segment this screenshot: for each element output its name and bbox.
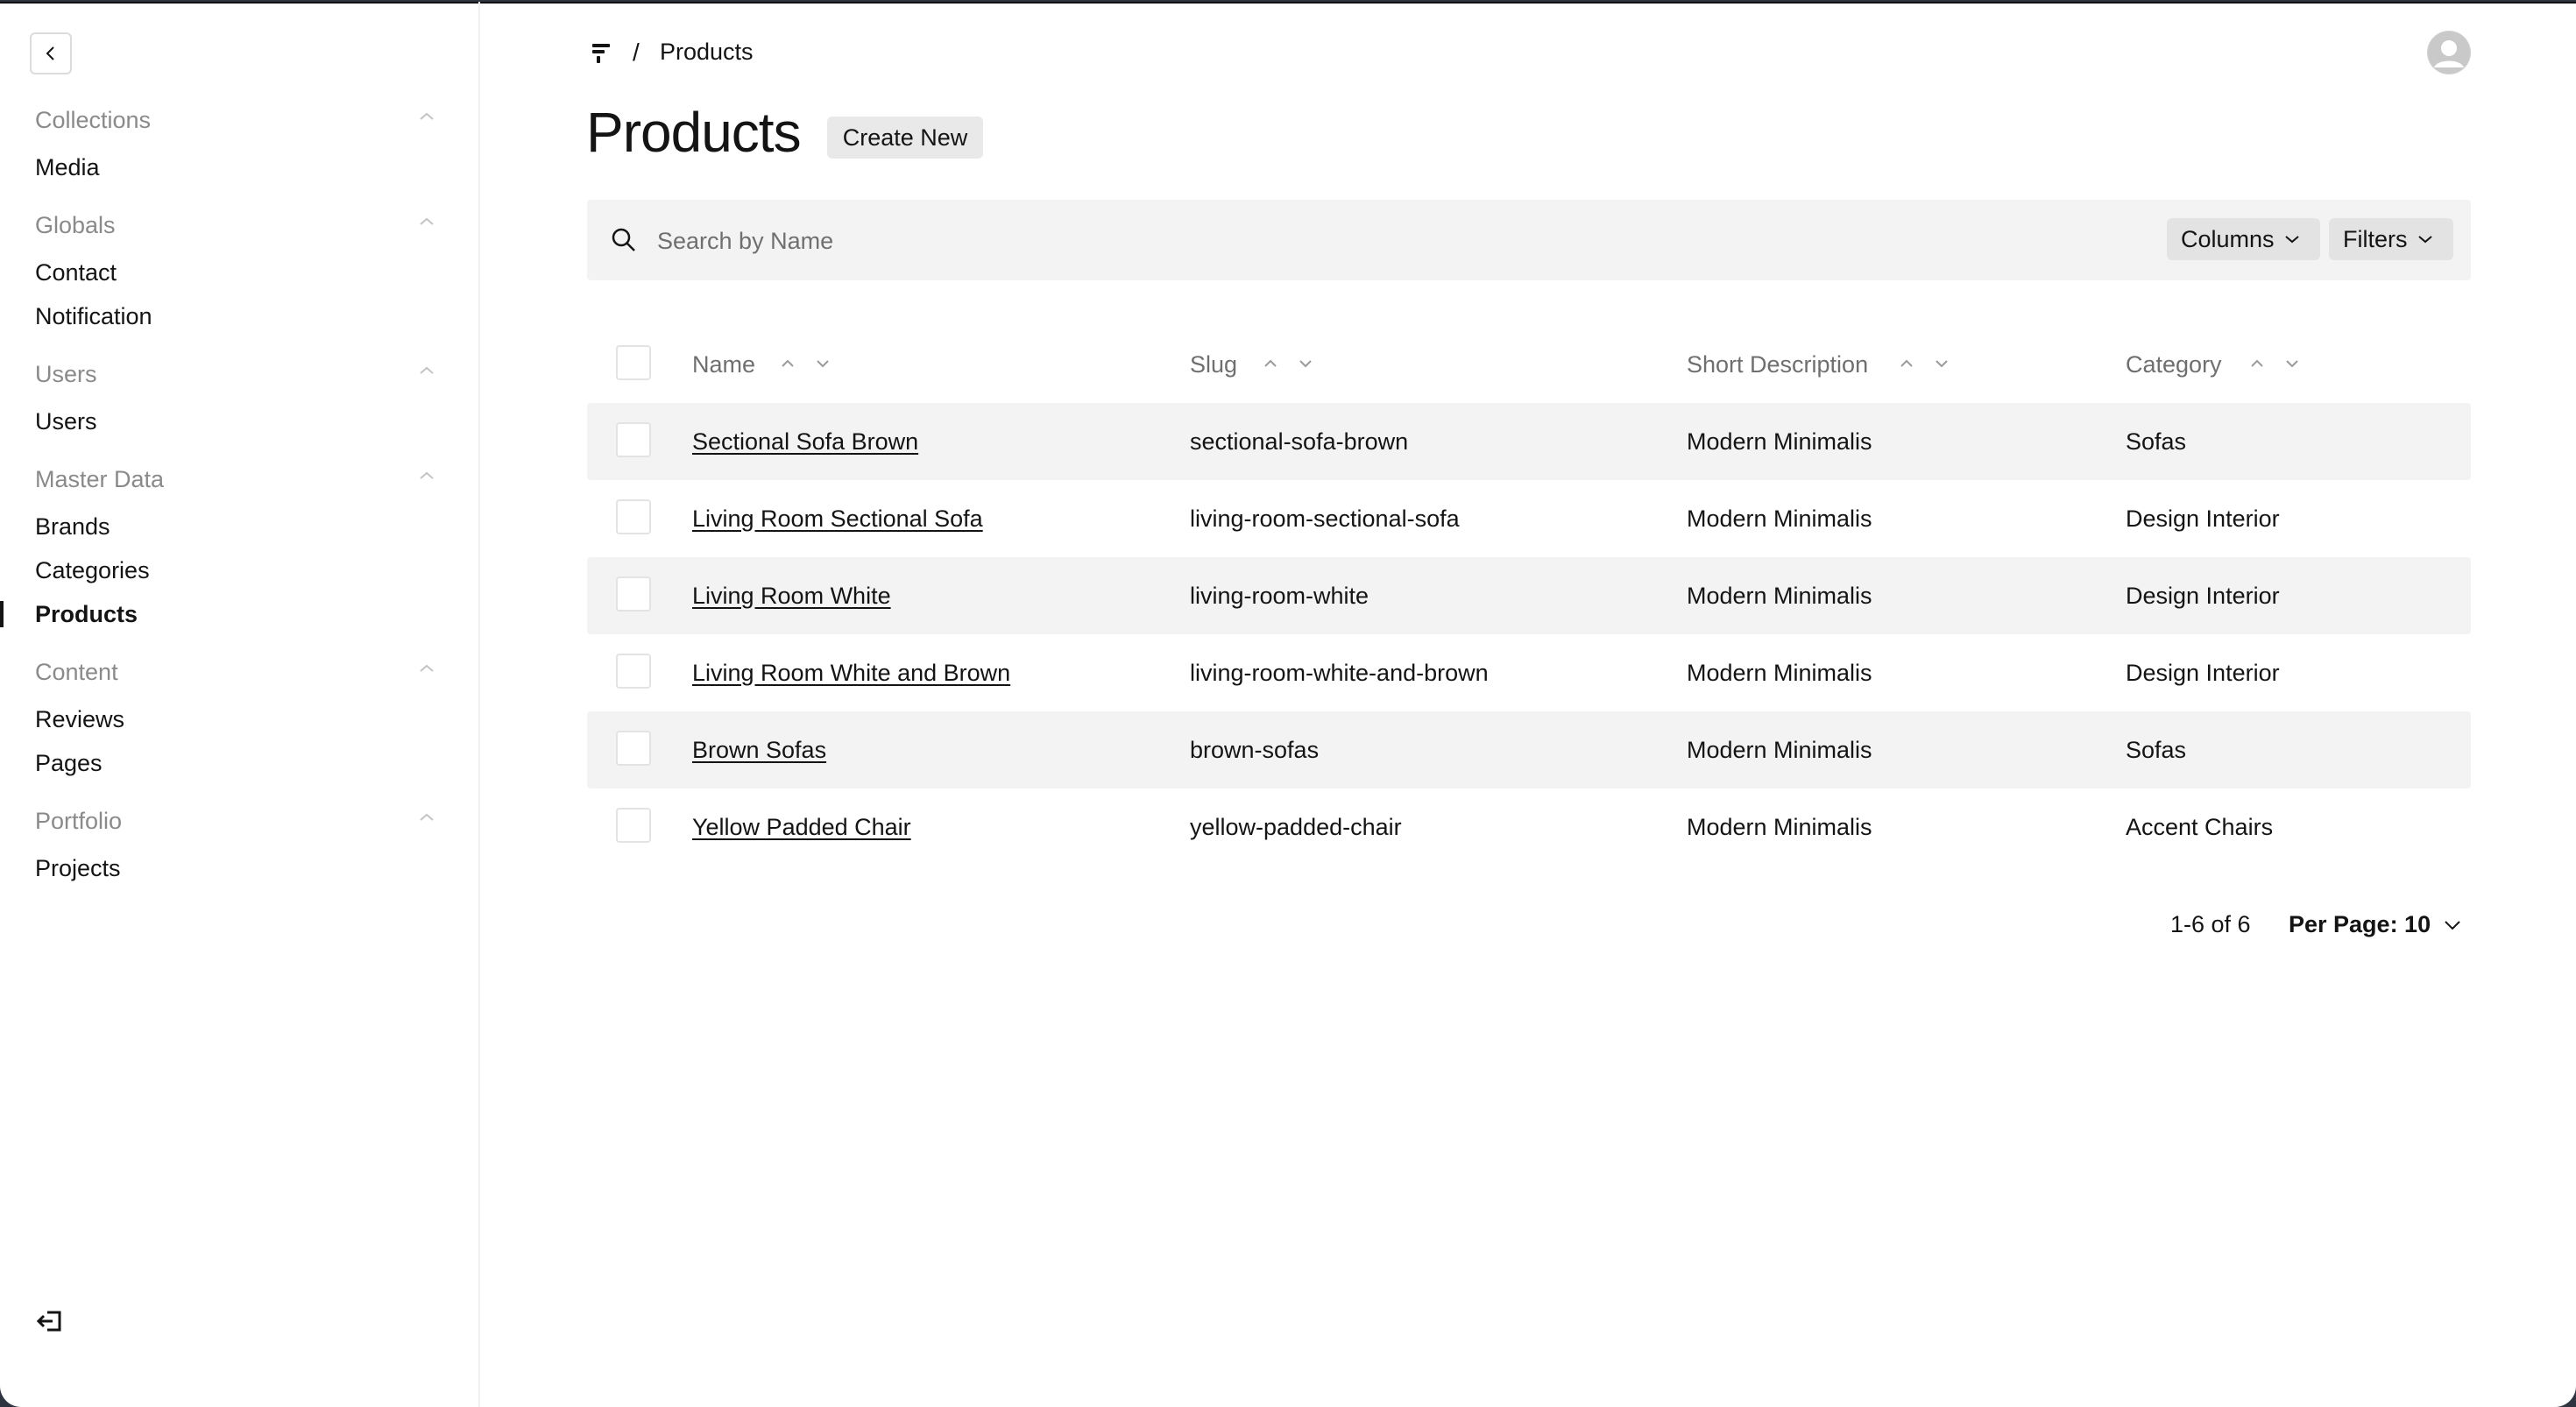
columns-button[interactable]: Columns xyxy=(2167,218,2320,260)
chevron-down-icon[interactable] xyxy=(2443,918,2462,932)
sidebar-item-media[interactable]: Media xyxy=(35,154,100,181)
row-checkbox[interactable] xyxy=(616,654,651,689)
sidebar-item-categories[interactable]: Categories xyxy=(35,557,150,584)
sidebar-item-reviews[interactable]: Reviews xyxy=(35,706,124,733)
row-checkbox[interactable] xyxy=(616,499,651,534)
column-header-short-description: Short Description xyxy=(1687,351,1869,378)
user-avatar-icon xyxy=(2428,32,2470,74)
product-category: Accent Chairs xyxy=(2126,814,2274,840)
chevron-up-icon[interactable] xyxy=(417,470,436,482)
sidebar-item-projects[interactable]: Projects xyxy=(35,855,121,882)
product-name-link[interactable]: Living Room Sectional Sofa xyxy=(692,480,983,557)
pagination-count: 1-6 of 6 xyxy=(2170,911,2251,937)
product-slug: living-room-white-and-brown xyxy=(1190,660,1489,686)
chevron-up-icon[interactable] xyxy=(417,216,436,228)
sidebar-item-contact[interactable]: Contact xyxy=(35,259,117,286)
product-category: Design Interior xyxy=(2126,583,2280,609)
sort-descending-icon[interactable] xyxy=(813,354,832,373)
per-page-select[interactable]: Per Page: 10 xyxy=(2289,911,2431,938)
table-row: Living Room White living-room-white Mode… xyxy=(587,557,2471,634)
active-indicator xyxy=(0,601,4,627)
search-icon xyxy=(612,228,635,251)
product-short-description: Modern Minimalis xyxy=(1687,814,1872,840)
filters-button[interactable]: Filters xyxy=(2329,218,2453,260)
product-category: Design Interior xyxy=(2126,660,2280,686)
logout-icon[interactable] xyxy=(35,1305,67,1337)
product-short-description: Modern Minimalis xyxy=(1687,506,1872,532)
table-row: Living Room White and Brown living-room-… xyxy=(587,634,2471,711)
create-new-button[interactable]: Create New xyxy=(827,117,983,159)
row-checkbox[interactable] xyxy=(616,576,651,612)
table-row: Sectional Sofa Brown sectional-sofa-brow… xyxy=(587,403,2471,480)
chevron-up-icon[interactable] xyxy=(417,662,436,675)
chevron-down-icon xyxy=(2284,236,2299,244)
product-short-description: Modern Minimalis xyxy=(1687,428,1872,455)
sort-descending-icon[interactable] xyxy=(2282,354,2302,373)
product-slug: living-room-white xyxy=(1190,583,1369,609)
columns-button-label: Columns xyxy=(2181,225,2275,252)
product-category: Sofas xyxy=(2126,737,2187,763)
product-name-link[interactable]: Living Room White and Brown xyxy=(692,634,1010,711)
products-table: Name Slug Short Description Category Sec… xyxy=(587,326,2471,866)
row-checkbox[interactable] xyxy=(616,808,651,843)
table-header-row: Name Slug Short Description Category xyxy=(587,326,2471,403)
select-all-checkbox[interactable] xyxy=(616,345,651,380)
chevron-up-icon[interactable] xyxy=(417,811,436,824)
sidebar-item-pages[interactable]: Pages xyxy=(35,750,103,777)
search-bar: Columns Filters xyxy=(587,200,2471,280)
sort-ascending-icon[interactable] xyxy=(2247,354,2267,373)
collapse-sidebar-button[interactable] xyxy=(30,32,72,74)
table-row: Yellow Padded Chair yellow-padded-chair … xyxy=(587,788,2471,866)
breadcrumb-separator: / xyxy=(633,39,640,66)
nav-group-collections[interactable]: Collections xyxy=(35,107,151,134)
row-checkbox[interactable] xyxy=(616,731,651,766)
product-name-link[interactable]: Sectional Sofa Brown xyxy=(692,403,918,480)
sidebar-item-brands[interactable]: Brands xyxy=(35,513,110,541)
nav-group-portfolio[interactable]: Portfolio xyxy=(35,808,122,835)
sort-descending-icon[interactable] xyxy=(1296,354,1315,373)
product-slug: living-room-sectional-sofa xyxy=(1190,506,1460,532)
sort-descending-icon[interactable] xyxy=(1932,354,1951,373)
row-checkbox[interactable] xyxy=(616,422,651,457)
product-slug: yellow-padded-chair xyxy=(1190,814,1402,840)
product-short-description: Modern Minimalis xyxy=(1687,737,1872,763)
product-slug: brown-sofas xyxy=(1190,737,1320,763)
app-window: Collections Media Globals Contact Notifi… xyxy=(0,2,2576,1407)
app-logo-icon[interactable] xyxy=(589,40,613,65)
table-row: Brown Sofas brown-sofas Modern Minimalis… xyxy=(587,711,2471,788)
table-row: Living Room Sectional Sofa living-room-s… xyxy=(587,480,2471,557)
chevron-left-icon xyxy=(46,46,54,60)
product-short-description: Modern Minimalis xyxy=(1687,583,1872,609)
filters-button-label: Filters xyxy=(2343,225,2408,252)
product-short-description: Modern Minimalis xyxy=(1687,660,1872,686)
sort-ascending-icon[interactable] xyxy=(778,354,797,373)
sort-ascending-icon[interactable] xyxy=(1897,354,1916,373)
column-header-slug: Slug xyxy=(1190,351,1238,378)
sidebar-item-users[interactable]: Users xyxy=(35,408,97,435)
product-category: Design Interior xyxy=(2126,506,2280,532)
chevron-up-icon[interactable] xyxy=(417,364,436,377)
page-title: Products xyxy=(586,101,802,164)
product-name-link[interactable]: Brown Sofas xyxy=(692,711,826,788)
sidebar-item-notification[interactable]: Notification xyxy=(35,303,152,330)
product-name-link[interactable]: Living Room White xyxy=(692,557,891,634)
product-category: Sofas xyxy=(2126,428,2187,455)
product-name-link[interactable]: Yellow Padded Chair xyxy=(692,788,911,866)
nav-group-content[interactable]: Content xyxy=(35,659,118,686)
column-header-category: Category xyxy=(2126,351,2222,378)
nav-group-globals[interactable]: Globals xyxy=(35,212,116,239)
nav-group-users[interactable]: Users xyxy=(35,361,97,388)
nav-group-master-data[interactable]: Master Data xyxy=(35,466,164,493)
column-header-name: Name xyxy=(692,351,756,378)
avatar[interactable] xyxy=(2427,31,2471,74)
chevron-down-icon xyxy=(2417,236,2432,244)
chevron-up-icon[interactable] xyxy=(417,110,436,123)
breadcrumb-current: Products xyxy=(660,39,754,65)
sidebar-item-products[interactable]: Products xyxy=(35,601,138,628)
search-input[interactable] xyxy=(655,217,2061,265)
product-slug: sectional-sofa-brown xyxy=(1190,428,1409,455)
sort-ascending-icon[interactable] xyxy=(1261,354,1280,373)
sidebar: Collections Media Globals Contact Notifi… xyxy=(0,2,480,1407)
